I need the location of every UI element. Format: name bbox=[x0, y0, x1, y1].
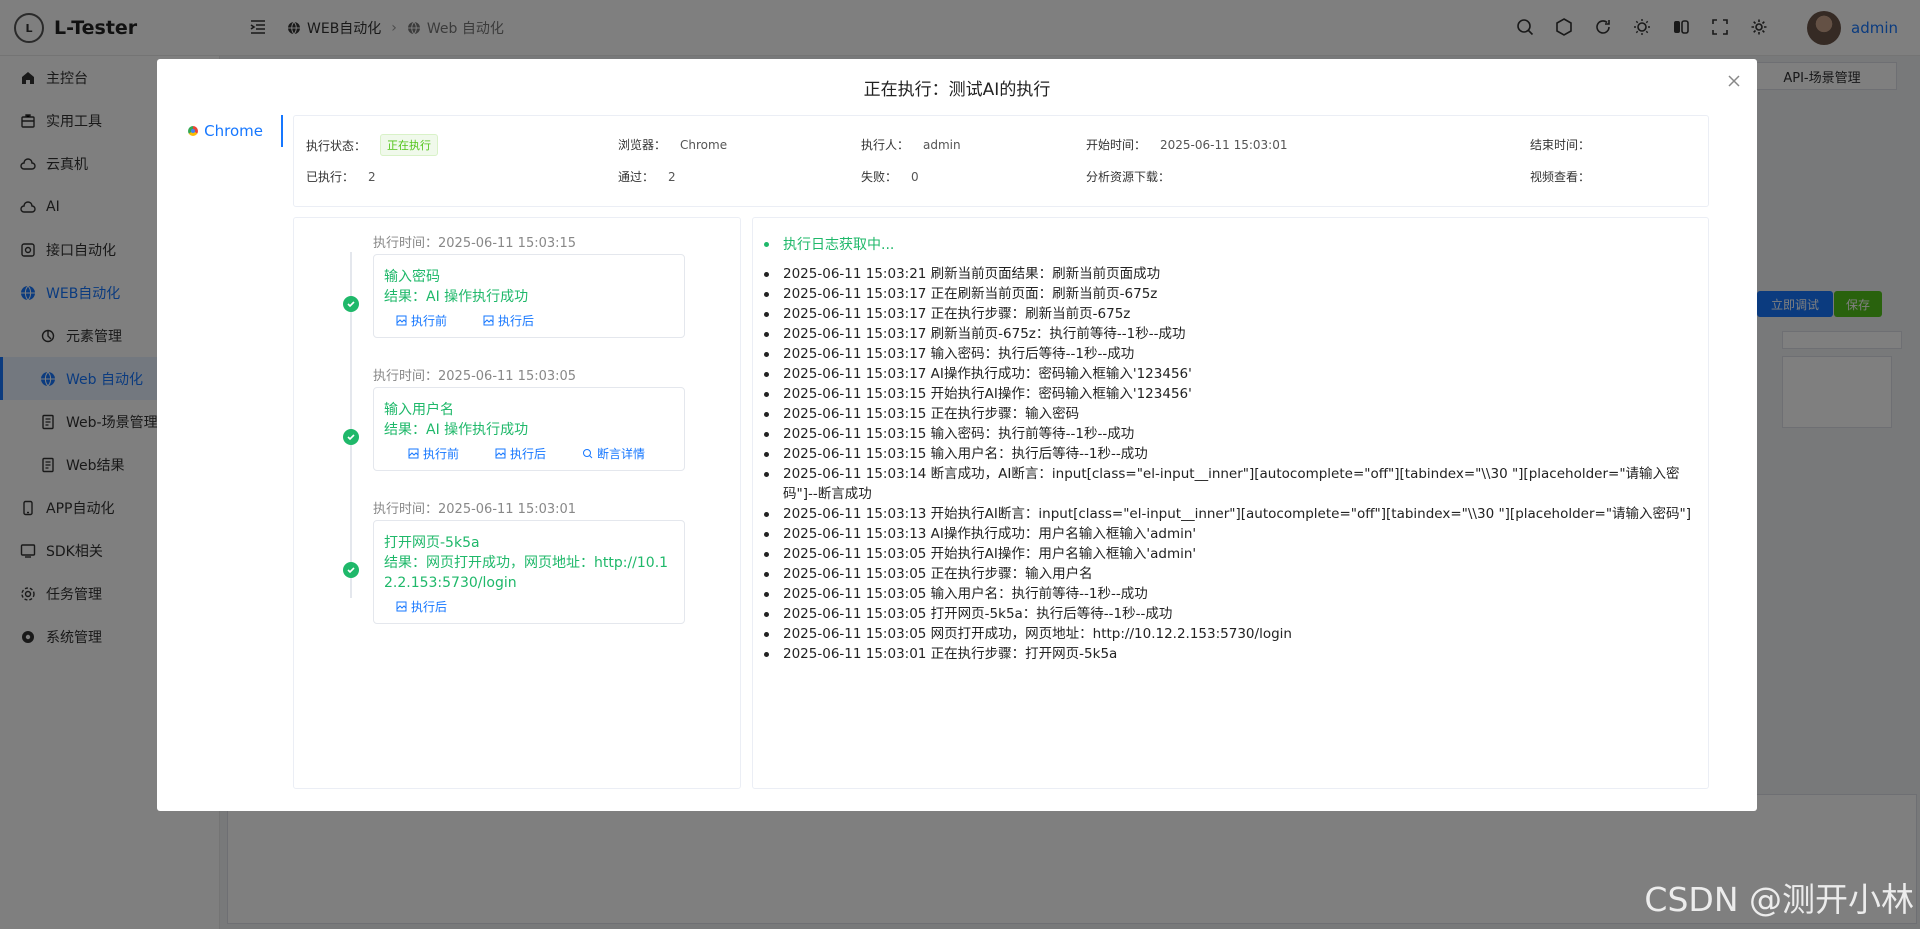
end-time-field: 结束时间： bbox=[1530, 138, 1591, 152]
log-line: 2025-06-11 15:03:17 正在执行步骤：刷新当前页-675z bbox=[764, 304, 1698, 324]
log-line: 2025-06-11 15:03:15 正在执行步骤：输入密码 bbox=[764, 404, 1698, 424]
step-result: 结果：AI 操作执行成功 bbox=[384, 422, 529, 438]
status-field: 执行状态： 正在执行 bbox=[306, 134, 439, 156]
image-icon bbox=[396, 601, 407, 612]
step-timeline: 执行时间：2025-06-11 15:03:15 输入密码 结果：AI 操作执行… bbox=[293, 217, 741, 789]
before-screenshot-link[interactable]: 执行前 bbox=[396, 312, 447, 329]
step-name: 输入用户名 bbox=[384, 402, 454, 418]
search-icon bbox=[583, 449, 593, 459]
status-badge: 正在执行 bbox=[380, 134, 439, 156]
passed-count-field: 通过： 2 bbox=[618, 169, 676, 185]
dialog-title: 正在执行：测试AI的执行 bbox=[863, 80, 1051, 100]
after-screenshot-link[interactable]: 执行后 bbox=[495, 445, 546, 462]
close-icon[interactable] bbox=[1725, 72, 1743, 90]
success-check-icon bbox=[343, 562, 359, 578]
step-card: 输入用户名 结果：AI 操作执行成功 执行前 执行后 断言详情 bbox=[373, 387, 685, 471]
image-icon bbox=[396, 315, 407, 326]
resource-download-field[interactable]: 分析资源下载： bbox=[1086, 168, 1170, 185]
tab-chrome[interactable]: Chrome bbox=[157, 115, 283, 147]
chrome-icon bbox=[188, 126, 199, 136]
watermark: CSDN @测开小林 bbox=[1644, 880, 1914, 919]
execution-log-panel: 执行日志获取中... 2025-06-11 15:03:21 刷新当前页面结果：… bbox=[752, 217, 1709, 789]
executed-count-field: 已执行： 2 bbox=[306, 169, 376, 185]
log-line: 2025-06-11 15:03:05 网页打开成功，网页地址：http://1… bbox=[764, 624, 1698, 644]
log-line: 2025-06-11 15:03:05 正在执行步骤：输入用户名 bbox=[764, 564, 1698, 584]
log-line: 2025-06-11 15:03:13 开始执行AI断言：input[class… bbox=[764, 504, 1698, 524]
step-result: 结果：网页打开成功，网页地址：http://10.12.2.153:5730/l… bbox=[384, 555, 669, 591]
executor-field: 执行人： admin bbox=[861, 137, 961, 153]
image-icon bbox=[495, 448, 506, 459]
success-check-icon bbox=[343, 296, 359, 312]
log-line: 2025-06-11 15:03:17 输入密码：执行后等待--1秒--成功 bbox=[764, 344, 1698, 364]
log-list: 2025-06-11 15:03:21 刷新当前页面结果：刷新当前页面成功 20… bbox=[764, 264, 1698, 664]
log-line: 2025-06-11 15:03:15 输入用户名：执行后等待--1秒--成功 bbox=[764, 444, 1698, 464]
assertion-detail-link[interactable]: 断言详情 bbox=[582, 445, 645, 462]
start-time-field: 开始时间： 2025-06-11 15:03:01 bbox=[1086, 137, 1288, 153]
log-line: 2025-06-11 15:03:17 正在刷新当前页面：刷新当前页-675z bbox=[764, 284, 1698, 304]
log-line: 2025-06-11 15:03:15 输入密码：执行前等待--1秒--成功 bbox=[764, 424, 1698, 444]
step-name: 打开网页-5k5a bbox=[384, 535, 480, 551]
execution-info-card: 执行状态： 正在执行 浏览器： Chrome 执行人： admin 开始时间： 202… bbox=[293, 115, 1709, 207]
after-screenshot-link[interactable]: 执行后 bbox=[483, 312, 534, 329]
log-header: 执行日志获取中... bbox=[764, 234, 1698, 256]
step-result: 结果：AI 操作执行成功 bbox=[384, 289, 529, 305]
log-line: 2025-06-11 15:03:05 输入用户名：执行前等待--1秒--成功 bbox=[764, 584, 1698, 604]
image-icon bbox=[408, 448, 419, 459]
after-screenshot-link[interactable]: 执行后 bbox=[396, 598, 447, 615]
before-screenshot-link[interactable]: 执行前 bbox=[408, 445, 459, 462]
log-line: 2025-06-11 15:03:14 断言成功，AI断言：input[clas… bbox=[764, 464, 1698, 504]
success-check-icon bbox=[343, 429, 359, 445]
step-card: 输入密码 结果：AI 操作执行成功 执行前 执行后 bbox=[373, 254, 685, 338]
log-line: 2025-06-11 15:03:05 打开网页-5k5a：执行后等待--1秒-… bbox=[764, 604, 1698, 624]
log-line: 2025-06-11 15:03:17 AI操作执行成功：密码输入框输入'123… bbox=[764, 364, 1698, 384]
step-name: 输入密码 bbox=[384, 269, 440, 285]
log-line: 2025-06-11 15:03:05 开始执行AI操作：用户名输入框输入'ad… bbox=[764, 544, 1698, 564]
browser-field: 浏览器： Chrome bbox=[618, 137, 728, 153]
step-card: 打开网页-5k5a 结果：网页打开成功，网页地址：http://10.12.2.… bbox=[373, 520, 685, 624]
log-line: 2025-06-11 15:03:21 刷新当前页面结果：刷新当前页面成功 bbox=[764, 264, 1698, 284]
failed-count-field: 失败： 0 bbox=[861, 169, 919, 185]
log-line: 2025-06-11 15:03:13 AI操作执行成功：用户名输入框输入'ad… bbox=[764, 524, 1698, 544]
log-line: 2025-06-11 15:03:17 刷新当前页-675z：执行前等待--1秒… bbox=[764, 324, 1698, 344]
image-icon bbox=[483, 315, 494, 326]
execution-dialog: 正在执行：测试AI的执行 Chrome 执行状态： 正在执行 浏览器： Chrom… bbox=[157, 59, 1757, 811]
video-field[interactable]: 视频查看： bbox=[1530, 168, 1590, 185]
log-line: 2025-06-11 15:03:15 开始执行AI操作：密码输入框输入'123… bbox=[764, 384, 1698, 404]
log-line: 2025-06-11 15:03:01 正在执行步骤：打开网页-5k5a bbox=[764, 644, 1698, 664]
